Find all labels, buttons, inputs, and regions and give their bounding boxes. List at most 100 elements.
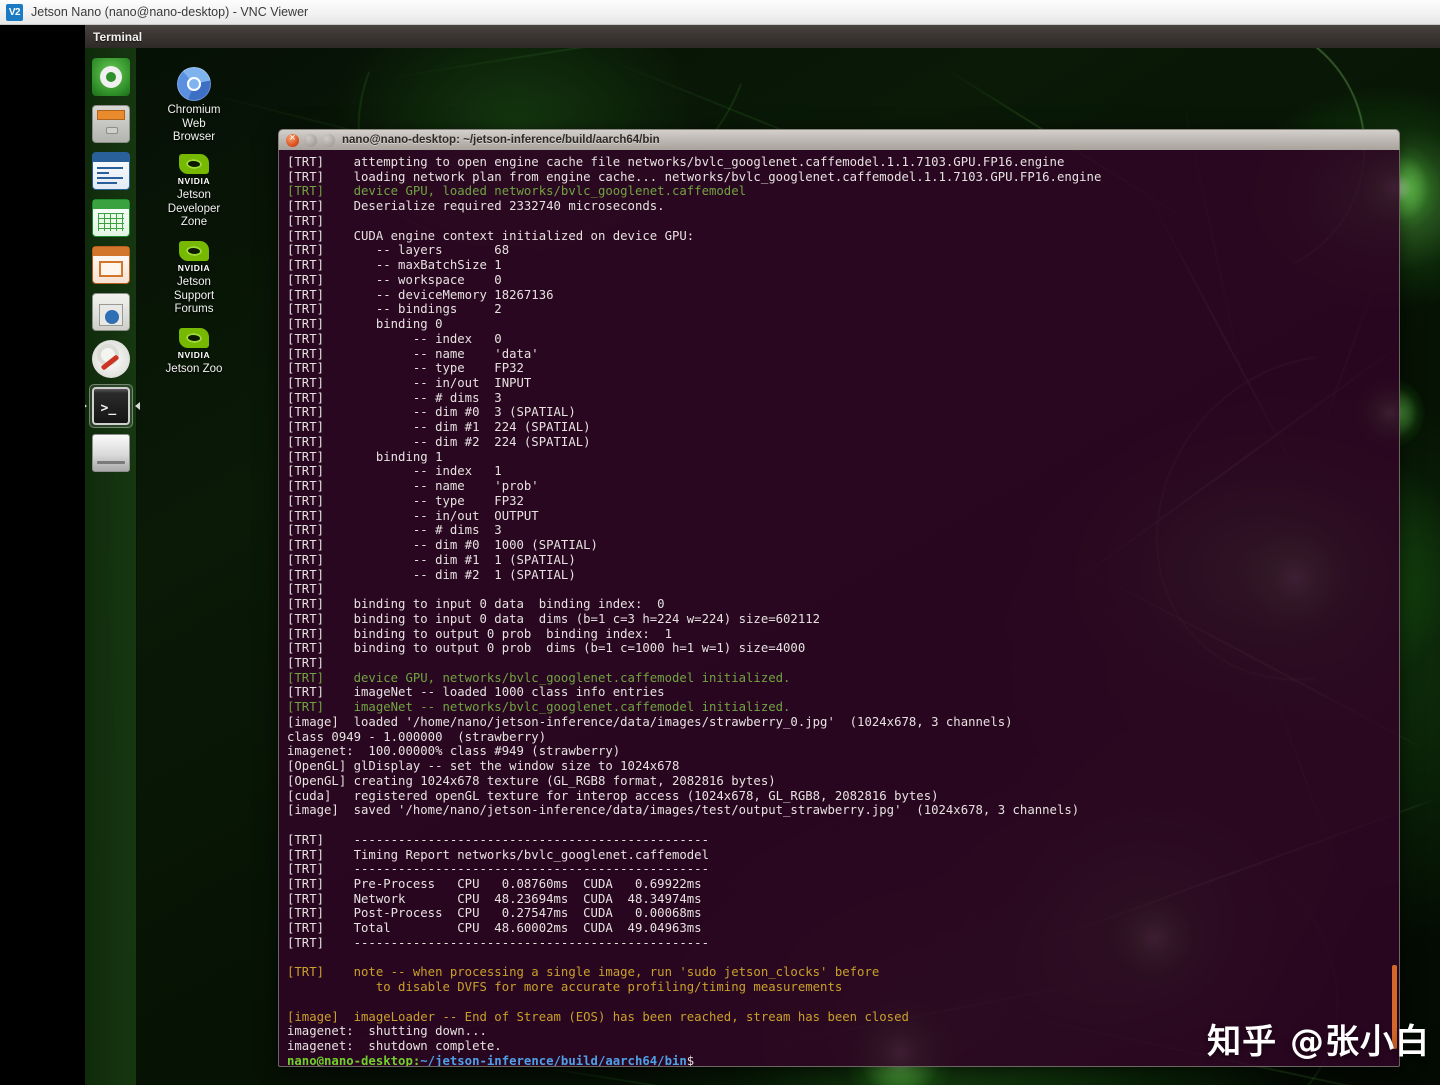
launcher-item-ubuntu-software[interactable] (89, 290, 133, 334)
minimize-button[interactable] (304, 133, 317, 147)
terminal-line: [TRT] note -- when processing a single i… (287, 965, 880, 980)
launcher-item-files[interactable] (89, 102, 133, 146)
terminal-line: [TRT] imageNet -- networks/bvlc_googlene… (287, 700, 791, 715)
presentation-icon (91, 246, 130, 284)
nvidia-wordmark: NVIDIA (177, 349, 211, 360)
terminal-line: [TRT] -- in/out INPUT (287, 376, 532, 391)
terminal-titlebar[interactable]: nano@nano-desktop: ~/jetson-inference/bu… (278, 129, 1400, 150)
terminal-line: [TRT] device GPU, loaded networks/bvlc_g… (287, 184, 747, 199)
terminal-prompt: nano@nano-desktop:~/jetson-inference/bui… (287, 1053, 1101, 1067)
terminal-output: [TRT] attempting to open engine cache fi… (279, 155, 1109, 1067)
launcher-item-ubuntu-dash[interactable] (89, 55, 133, 99)
terminal-line: [TRT] CUDA engine context initialized on… (287, 228, 695, 243)
software-center-icon (91, 293, 130, 331)
desktop-icon-jetson-support-forums[interactable]: NVIDIA Jetson Support Forums (148, 237, 240, 317)
terminal-window: nano@nano-desktop: ~/jetson-inference/bu… (278, 129, 1400, 1067)
terminal-line: [TRT] imageNet -- loaded 1000 class info… (287, 685, 665, 700)
maximize-button[interactable] (322, 133, 335, 147)
launcher-item-libreoffice-calc[interactable] (89, 196, 133, 240)
vnc-logo-icon: V2 (6, 3, 23, 21)
terminal-line: imagenet: shutting down... (287, 1024, 487, 1039)
terminal-line: [image] imageLoader -- End of Stream (EO… (287, 1009, 909, 1024)
prompt-path: ~/jetson-inference/build/aarch64/bin (420, 1053, 687, 1067)
terminal-line: [TRT] binding to input 0 data dims (b=1 … (287, 611, 821, 626)
unity-top-panel: Terminal (85, 25, 1440, 48)
active-app-title: Terminal (93, 29, 143, 44)
desktop-icon-chromium-web-browser[interactable]: Chromium Web Browser (148, 63, 240, 145)
terminal-line: [TRT] -- workspace 0 (287, 272, 502, 287)
desktop-icon-label: Jetson Zoo (165, 363, 223, 375)
terminal-line: [TRT] device GPU, networks/bvlc_googlene… (287, 670, 791, 685)
vnc-titlebar: V2 Jetson Nano (nano@nano-desktop) - VNC… (0, 0, 1440, 25)
terminal-line: imagenet: shutdown complete. (287, 1039, 502, 1054)
close-button[interactable] (286, 132, 299, 147)
terminal-line: [OpenGL] glDisplay -- set the window siz… (287, 759, 680, 774)
terminal-scrollbar[interactable] (1392, 150, 1398, 1066)
terminal-line: [TRT] -- name 'data' (287, 346, 539, 361)
terminal-line: [TRT] -- in/out OUTPUT (287, 508, 539, 523)
launcher-item-libreoffice-writer[interactable] (89, 149, 133, 193)
terminal-line: [TRT] Pre-Process CPU 0.08760ms CUDA 0.6… (287, 876, 702, 891)
terminal-line: [TRT] loading network plan from engine c… (287, 169, 1102, 184)
gear-wrench-icon (91, 340, 130, 378)
terminal-line: [TRT] Timing Report networks/bvlc_google… (287, 847, 709, 862)
vnc-viewer-window: V2 Jetson Nano (nano@nano-desktop) - VNC… (0, 0, 1440, 1085)
terminal-line: class 0949 - 1.000000 (strawberry) (287, 729, 547, 744)
screen-letterbox-left (0, 25, 85, 1085)
nvidia-eye-icon: NVIDIA (148, 150, 240, 188)
terminal-line: [TRT] -- index 1 (287, 464, 502, 479)
terminal-title: nano@nano-desktop: ~/jetson-inference/bu… (342, 134, 660, 146)
terminal-line: [TRT] -- # dims 3 (287, 390, 502, 405)
terminal-line: [TRT] binding 0 (287, 317, 443, 332)
terminal-line: [TRT] -- dim #2 224 (SPATIAL) (287, 434, 591, 449)
terminal-line: [TRT] ----------------------------------… (287, 832, 709, 847)
desktop-icon-label: Jetson Developer Zone (167, 189, 221, 228)
desktop-icon-label: Chromium Web Browser (167, 104, 221, 143)
launcher-item-drive[interactable] (89, 431, 133, 475)
prompt-user-host: nano@nano-desktop (287, 1053, 413, 1067)
terminal-line: [TRT] (287, 213, 325, 228)
terminal-line: [TRT] -- dim #0 3 (SPATIAL) (287, 405, 576, 420)
vnc-window-title: Jetson Nano (nano@nano-desktop) - VNC Vi… (31, 5, 309, 19)
terminal-line: [TRT] -- bindings 2 (287, 302, 502, 317)
terminal-line: [TRT] Network CPU 48.23694ms CUDA 48.349… (287, 891, 702, 906)
spreadsheet-icon (91, 199, 130, 237)
terminal-body[interactable]: [TRT] attempting to open engine cache fi… (278, 150, 1400, 1067)
terminal-line: [TRT] binding 1 (287, 449, 443, 464)
terminal-line: [TRT] (287, 655, 325, 670)
nvidia-eye-icon: NVIDIA (148, 324, 240, 362)
desktop-icon-jetson-developer-zone[interactable]: NVIDIA Jetson Developer Zone (148, 150, 240, 230)
terminal-line: [TRT] (287, 582, 325, 597)
chromium-icon (148, 63, 240, 101)
nvidia-eye-icon: NVIDIA (148, 237, 240, 275)
disk-drive-icon (91, 434, 130, 472)
terminal-line: [TRT] -- dim #1 1 (SPATIAL) (287, 552, 576, 567)
terminal-line: [TRT] Total CPU 48.60002ms CUDA 49.04963… (287, 921, 702, 936)
terminal-line: [TRT] -- index 0 (287, 331, 502, 346)
terminal-line: [TRT] ----------------------------------… (287, 935, 709, 950)
document-icon (91, 152, 130, 190)
terminal-line: [TRT] attempting to open engine cache fi… (287, 155, 1065, 169)
desktop-icon-jetson-zoo[interactable]: NVIDIA Jetson Zoo (148, 324, 240, 377)
launcher-item-system-settings[interactable] (89, 337, 133, 381)
terminal-line: [TRT] binding to output 0 prob dims (b=1… (287, 641, 806, 656)
terminal-line: [TRT] -- layers 68 (287, 243, 510, 258)
terminal-line: [image] loaded '/home/nano/jetson-infere… (287, 714, 1013, 729)
nvidia-wordmark: NVIDIA (177, 262, 211, 273)
unity-launcher: >_ (81, 48, 140, 1085)
terminal-line: [TRT] binding to output 0 prob binding i… (287, 626, 672, 641)
launcher-item-libreoffice-impress[interactable] (89, 243, 133, 287)
prompt-symbol: $ (686, 1053, 695, 1067)
remote-desktop: Terminal >_ Chromium Web Browser NVIDIA … (0, 25, 1440, 1085)
terminal-line: to disable DVFS for more accurate profil… (287, 980, 843, 995)
terminal-line: [TRT] -- type FP32 (287, 493, 524, 508)
terminal-line: [OpenGL] creating 1024x678 texture (GL_R… (287, 773, 776, 788)
terminal-line: [cuda] registered openGL texture for int… (287, 788, 939, 803)
terminal-line: [TRT] -- name 'prob' (287, 479, 539, 494)
ubuntu-logo-icon (91, 58, 130, 96)
nvidia-wordmark: NVIDIA (177, 175, 211, 186)
launcher-item-terminal[interactable]: >_ (81, 384, 140, 428)
terminal-line: [TRT] -- dim #1 224 (SPATIAL) (287, 420, 591, 435)
